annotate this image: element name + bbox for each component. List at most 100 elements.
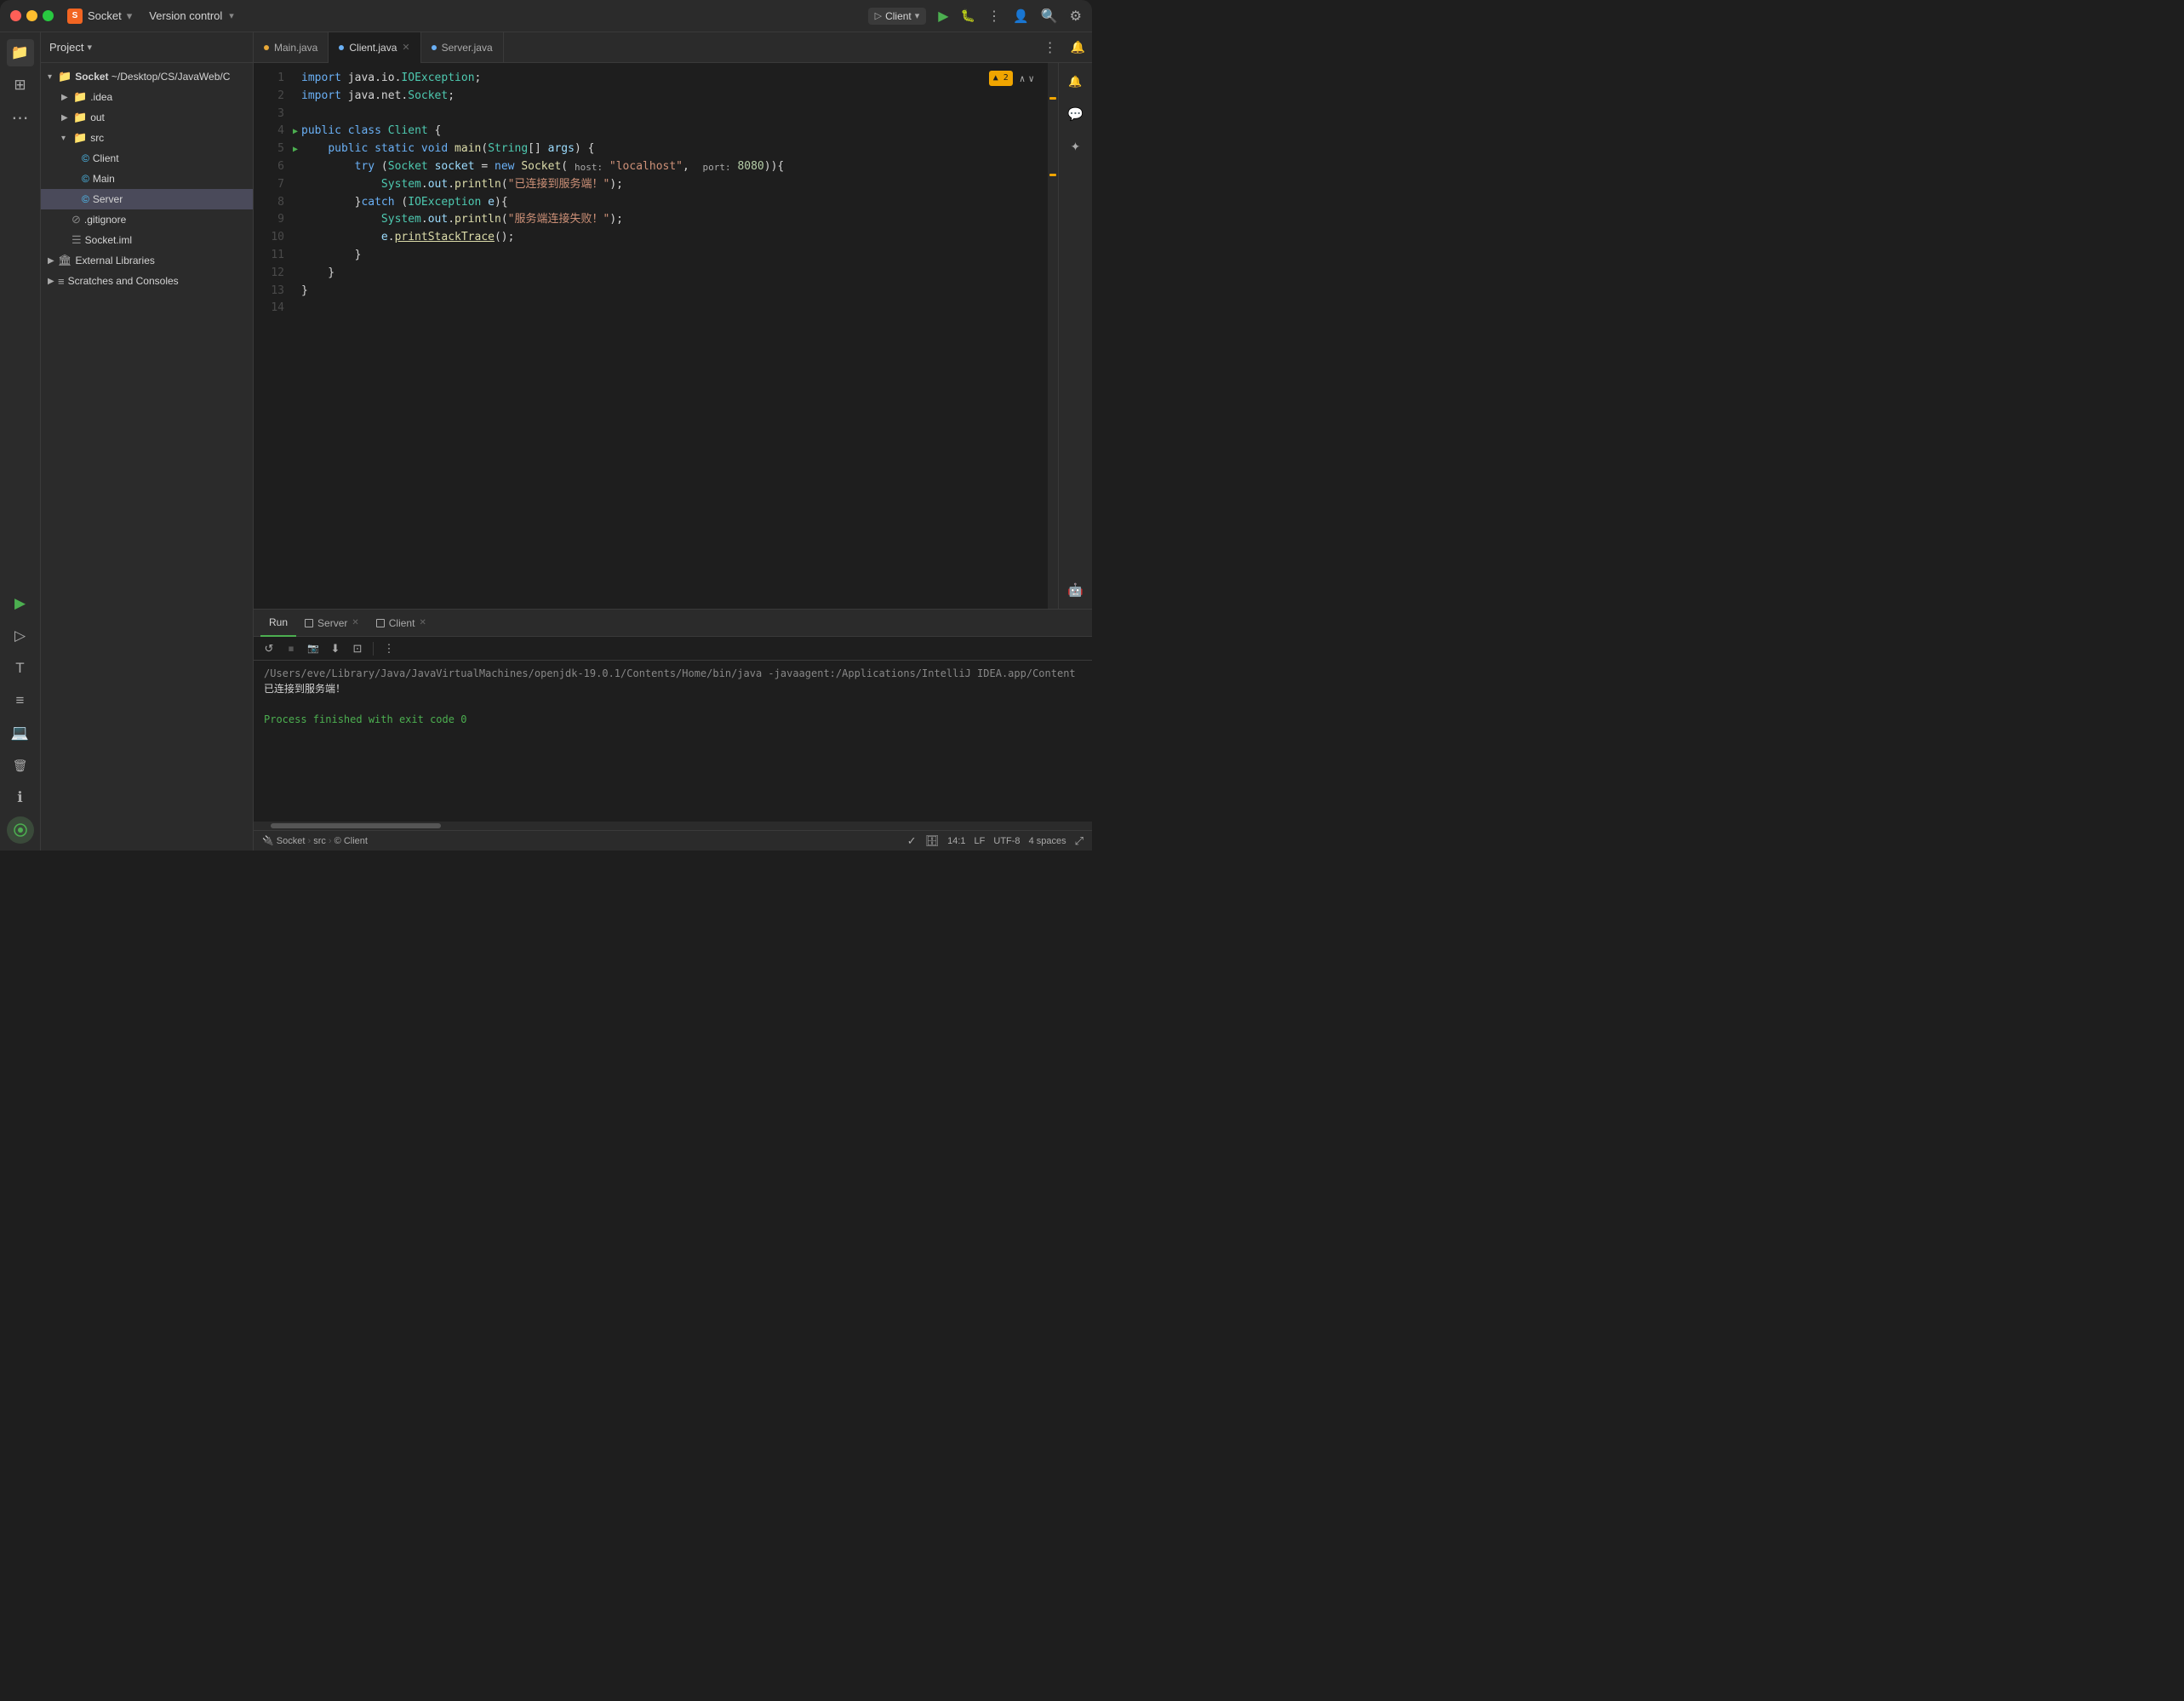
- tab-client-java[interactable]: Client.java ✕: [329, 32, 420, 63]
- tree-item-socket-iml[interactable]: ☰ Socket.iml: [41, 230, 253, 250]
- run-config-selector[interactable]: ▷ Client ▾: [868, 8, 927, 25]
- tree-item-client[interactable]: © Client: [41, 148, 253, 169]
- more-tools-icon[interactable]: ⋯: [7, 104, 34, 131]
- tab-label-main: Main.java: [274, 42, 317, 54]
- bottom-tab-server[interactable]: Server ✕: [296, 610, 368, 637]
- version-control-button[interactable]: Version control: [149, 9, 222, 22]
- breadcrumb-sep2: ›: [329, 836, 334, 846]
- stop-icon[interactable]: ⏹: [283, 640, 300, 657]
- run-config-chevron: ▾: [915, 10, 920, 21]
- run-config-label: Client: [885, 10, 912, 22]
- tree-item-out[interactable]: ▶ 📁 out: [41, 107, 253, 128]
- notifications-icon[interactable]: 🔔: [1064, 40, 1092, 54]
- tab-label-client: Client.java: [349, 42, 397, 54]
- close-button[interactable]: [10, 10, 21, 21]
- tree-item-ext-libs[interactable]: ▶ 🏛 External Libraries: [41, 250, 253, 271]
- titlebar: S Socket ▾ Version control ▾ ▷ Client ▾ …: [0, 0, 1092, 32]
- statusbar-indent[interactable]: 4 spaces: [1029, 836, 1066, 846]
- warning-expand-down[interactable]: ∨: [1028, 72, 1034, 87]
- tree-item-src[interactable]: ▾ 📁 src: [41, 128, 253, 148]
- list-icon[interactable]: ≡: [7, 687, 34, 714]
- project-view-icon[interactable]: 📁: [7, 39, 34, 66]
- notifications-right-icon[interactable]: 🔔: [1064, 70, 1088, 94]
- more-menu-icon[interactable]: ⋮: [987, 8, 1001, 25]
- tree-label-src: src: [90, 132, 104, 144]
- screenshot-icon[interactable]: 📷: [305, 640, 322, 657]
- code-line-4: public class Client {: [294, 123, 1048, 140]
- tab-dot-client: [339, 45, 344, 50]
- ln-12: 12: [254, 265, 284, 283]
- bottom-tab-server-close[interactable]: ✕: [352, 618, 358, 627]
- tree-item-idea[interactable]: ▶ 📁 .idea: [41, 87, 253, 107]
- delete-icon[interactable]: 🗑: [7, 752, 34, 779]
- structure-icon[interactable]: ⊞: [7, 72, 34, 99]
- more-toolbar-icon[interactable]: ⋮: [380, 640, 397, 657]
- warning-expand-up[interactable]: ∧: [1020, 72, 1026, 87]
- code-line-12: }: [294, 265, 1048, 283]
- tab-server-java[interactable]: Server.java: [421, 32, 504, 63]
- statusbar-linesep[interactable]: LF: [975, 836, 986, 846]
- run-arrow-5[interactable]: ▶: [293, 143, 298, 157]
- sidebar-header[interactable]: Project ▾: [41, 32, 253, 63]
- info-icon[interactable]: ℹ: [7, 784, 34, 811]
- bottom-tab-run[interactable]: Run: [260, 610, 296, 637]
- code-line-10: e.printStackTrace();: [294, 229, 1048, 247]
- sidebar-chevron: ▾: [87, 42, 92, 53]
- search-icon[interactable]: 🔍: [1041, 8, 1058, 25]
- maximize-button[interactable]: [43, 10, 54, 21]
- scroll-end-icon[interactable]: ⬇: [327, 640, 344, 657]
- text-icon[interactable]: T: [7, 655, 34, 682]
- console-line-exit: Process finished with exit code 0: [264, 712, 1082, 727]
- hscroll-thumb[interactable]: [271, 823, 441, 828]
- bottom-tab-client[interactable]: Client ✕: [368, 610, 435, 637]
- console-output[interactable]: /Users/eve/Library/Java/JavaVirtualMachi…: [254, 661, 1092, 822]
- hscroll[interactable]: [254, 822, 1092, 830]
- tabs-more-actions[interactable]: ⋮: [1037, 39, 1064, 56]
- code-body[interactable]: import java.io.IOException; ▲ 2 ∧ ∨ impo…: [294, 63, 1048, 609]
- code-line-6: try (Socket socket = new Socket( host: "…: [294, 158, 1048, 176]
- rerun-icon[interactable]: ↺: [260, 640, 277, 657]
- statusbar-encoding[interactable]: UTF-8: [993, 836, 1020, 846]
- run-button[interactable]: ▶: [938, 8, 948, 25]
- scroll-mark-1: [1049, 97, 1056, 100]
- terminal-icon[interactable]: 💻: [7, 719, 34, 747]
- bottom-tab-client-close[interactable]: ✕: [419, 618, 426, 627]
- ai-chat-icon[interactable]: 💬: [1064, 102, 1088, 126]
- ln-2: 2: [254, 88, 284, 106]
- breadcrumb-src: src: [313, 836, 326, 846]
- minimize-button[interactable]: [26, 10, 37, 21]
- tab-close-client[interactable]: ✕: [402, 42, 409, 53]
- statusbar-db-icon[interactable]: 🗄: [925, 834, 940, 848]
- copilot-icon[interactable]: 🤖: [1064, 578, 1088, 602]
- sidebar: Project ▾ ▾ 📁 Socket ~/Desktop/CS/JavaWe…: [41, 32, 254, 850]
- statusbar-breadcrumb[interactable]: 🔌 Socket › src › © Client: [262, 835, 368, 846]
- statusbar-check-icon[interactable]: ✓: [907, 834, 917, 848]
- tree-label-idea: .idea: [90, 91, 112, 103]
- filter-icon[interactable]: ⊡: [349, 640, 366, 657]
- tab-main-java[interactable]: Main.java: [254, 32, 329, 63]
- warning-badge[interactable]: ▲ 2: [989, 71, 1013, 86]
- breadcrumb-client: © Client: [334, 836, 368, 846]
- tree-item-scratches[interactable]: ▶ ≡ Scratches and Consoles: [41, 271, 253, 291]
- statusbar-expand-icon[interactable]: ⤢: [1075, 834, 1083, 848]
- app-label[interactable]: Socket: [88, 9, 122, 22]
- openai-icon[interactable]: ✦: [1064, 135, 1088, 158]
- debug-icon[interactable]: 🐛: [961, 9, 975, 23]
- titlebar-right: ▷ Client ▾ ▶ 🐛 ⋮ 👤 🔍 ⚙: [868, 8, 1082, 25]
- run-icon[interactable]: ▷: [7, 622, 34, 650]
- run-arrow-4[interactable]: ▶: [293, 125, 298, 139]
- code-line-13: }: [294, 283, 1048, 301]
- statusbar-position[interactable]: 14:1: [947, 836, 965, 846]
- console-line-connected: 已连接到服务端！: [264, 681, 1082, 696]
- tree-item-gitignore[interactable]: ⊘ .gitignore: [41, 209, 253, 230]
- run-dashboard-icon[interactable]: ▶: [7, 590, 34, 617]
- ln-8: 8: [254, 194, 284, 212]
- tree-item-socket[interactable]: ▾ 📁 Socket ~/Desktop/CS/JavaWeb/C: [41, 66, 253, 87]
- tree-item-server[interactable]: © Server: [41, 189, 253, 209]
- tree-item-main[interactable]: © Main: [41, 169, 253, 189]
- plugins-icon[interactable]: [7, 816, 34, 844]
- account-icon[interactable]: 👤: [1013, 9, 1029, 24]
- bottom-panel: Run Server ✕ Client ✕ ↺ ⏹ 📷 ⬇: [254, 609, 1092, 830]
- settings-icon[interactable]: ⚙: [1070, 8, 1082, 25]
- tree-label-gitignore: .gitignore: [84, 214, 126, 226]
